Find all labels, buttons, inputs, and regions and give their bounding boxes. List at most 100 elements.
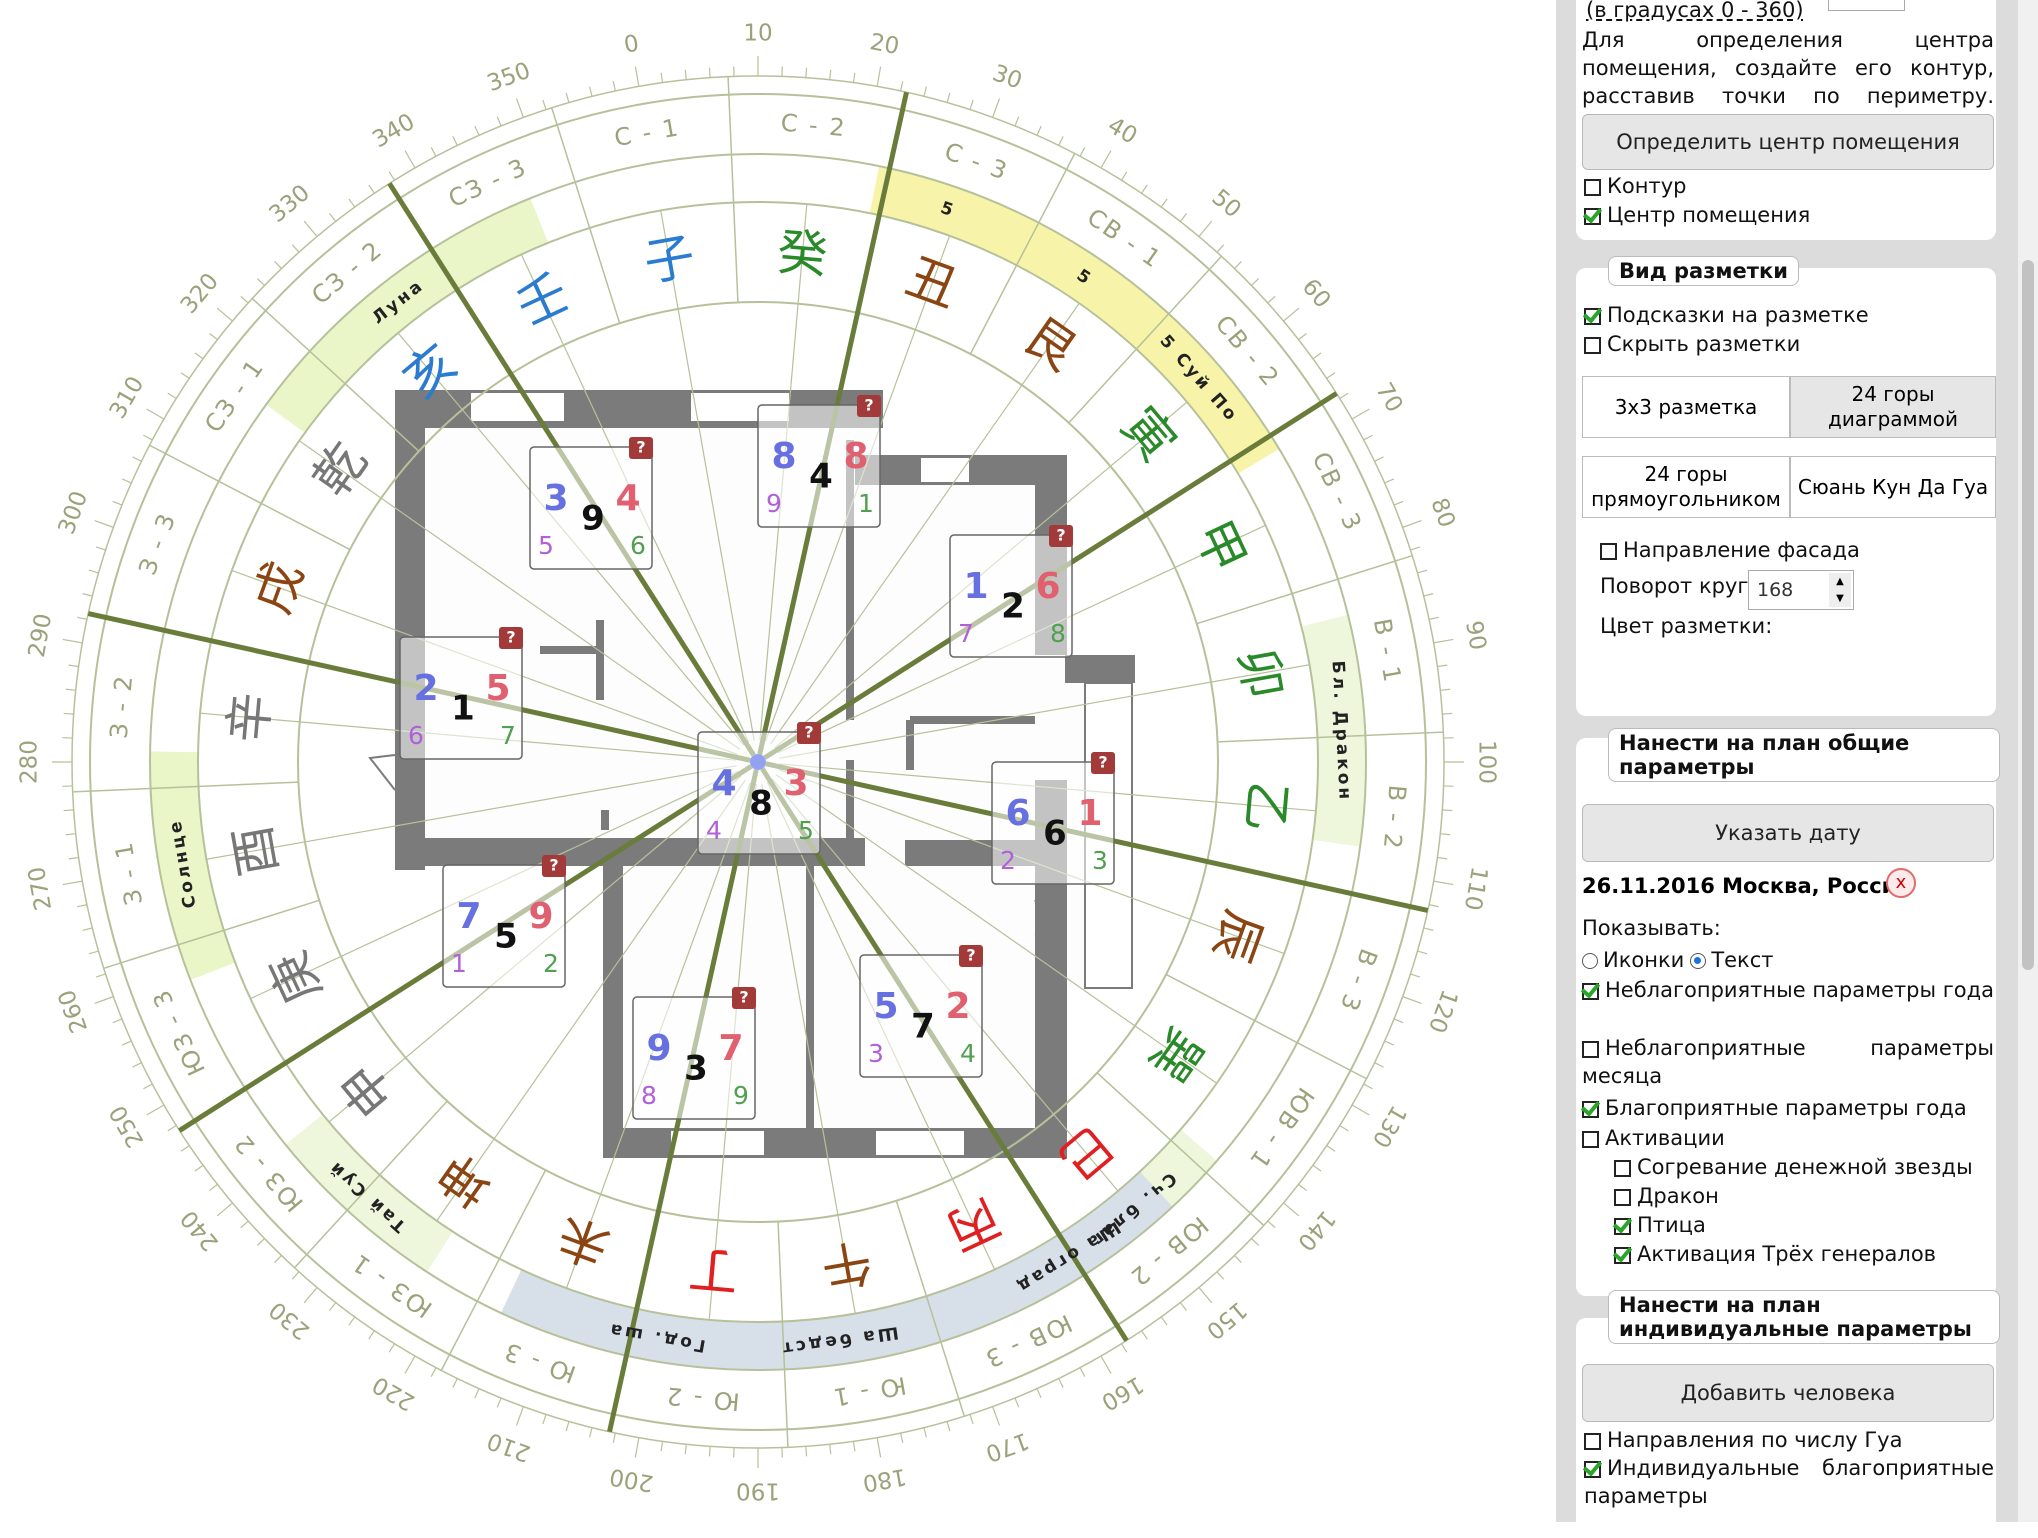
hints-checkbox[interactable]: Подсказки на разметке bbox=[1584, 303, 1869, 327]
room-center-check[interactable] bbox=[1584, 208, 1601, 225]
degree-tick bbox=[453, 1379, 457, 1388]
three-generals-check[interactable] bbox=[1614, 1247, 1631, 1264]
activations-check[interactable] bbox=[1582, 1131, 1599, 1148]
bagua-diagram[interactable]: 0102030405060708090100110120130140150160… bbox=[0, 0, 1540, 1522]
bad-month-checkbox[interactable]: Неблагоприятные параметры месяца bbox=[1582, 1034, 1994, 1090]
window bbox=[470, 392, 565, 422]
degree-tick bbox=[1375, 457, 1384, 461]
hide-markup-label: Скрыть разметки bbox=[1607, 332, 1800, 356]
degree-tick bbox=[1313, 1165, 1321, 1171]
rotation-spinner[interactable]: 168 ▲ ▼ bbox=[1748, 570, 1854, 610]
money-star-checkbox[interactable]: Согревание денежной звезды bbox=[1614, 1155, 1973, 1179]
degree-tick bbox=[405, 151, 415, 168]
three-generals-checkbox[interactable]: Активация Трёх генералов bbox=[1614, 1242, 1936, 1266]
bad-month-check[interactable] bbox=[1582, 1041, 1599, 1058]
degree-tick bbox=[1437, 665, 1447, 666]
degree-label: 340 bbox=[368, 109, 419, 153]
bird-check[interactable] bbox=[1614, 1218, 1631, 1235]
room-center-checkbox[interactable]: Центр помещения bbox=[1584, 203, 1810, 227]
hide-markup-check[interactable] bbox=[1584, 337, 1601, 354]
facade-checkbox[interactable]: Направление фасада bbox=[1600, 538, 1860, 562]
degree-tick bbox=[369, 185, 375, 193]
degree-tick bbox=[1268, 296, 1275, 303]
money-star-check[interactable] bbox=[1614, 1160, 1631, 1177]
help-badge-text[interactable]: ? bbox=[1056, 526, 1065, 545]
degree-tick bbox=[1394, 501, 1403, 505]
help-badge-text[interactable]: ? bbox=[1098, 753, 1107, 772]
spinner-down-icon[interactable]: ▼ bbox=[1829, 590, 1851, 607]
degree-tick bbox=[122, 1041, 131, 1045]
dragon-checkbox[interactable]: Дракон bbox=[1614, 1184, 1719, 1208]
tab-24-mountains-diagram[interactable]: 24 горы диаграммой bbox=[1790, 376, 1996, 438]
date-button[interactable]: Указать дату bbox=[1582, 804, 1994, 862]
icons-radio[interactable] bbox=[1582, 953, 1598, 969]
month-star: 5 bbox=[798, 816, 814, 845]
hints-check[interactable] bbox=[1584, 308, 1601, 325]
mountain-glyph: 乙 bbox=[1235, 779, 1297, 834]
degree-tick bbox=[1442, 713, 1452, 714]
spinner-up-icon[interactable]: ▲ bbox=[1829, 573, 1851, 590]
degree-tick bbox=[217, 308, 232, 321]
dragon-check[interactable] bbox=[1614, 1189, 1631, 1206]
mountain-glyph: 卯 bbox=[1227, 644, 1293, 703]
sector-label: С - 2 bbox=[780, 109, 848, 143]
text-radio[interactable] bbox=[1690, 953, 1706, 969]
individual-good-checkbox[interactable]: Индивидуальные благоприятные параметры bbox=[1584, 1454, 1994, 1510]
gua-directions-check[interactable] bbox=[1584, 1433, 1601, 1450]
degree-label: 150 bbox=[1201, 1296, 1251, 1344]
sector-label: З - 1 bbox=[109, 839, 148, 907]
contour-check[interactable] bbox=[1584, 179, 1601, 196]
degree-tick bbox=[1235, 261, 1242, 268]
help-badge-text[interactable]: ? bbox=[506, 628, 515, 647]
degree-label: 180 bbox=[861, 1463, 909, 1496]
degrees-input[interactable] bbox=[1828, 0, 1905, 11]
window bbox=[670, 1130, 765, 1156]
tab-24-mountains-rect[interactable]: 24 горы прямоугольником bbox=[1582, 456, 1790, 518]
add-person-button[interactable]: Добавить человека bbox=[1582, 1364, 1994, 1422]
degree-label: 250 bbox=[105, 1101, 149, 1152]
mountain-star: 3 bbox=[543, 478, 568, 519]
facade-check[interactable] bbox=[1600, 543, 1617, 560]
degree-tick bbox=[853, 1441, 854, 1451]
activations-checkbox[interactable]: Активации bbox=[1582, 1126, 1725, 1150]
help-badge-text[interactable]: ? bbox=[549, 856, 558, 875]
remove-date-button[interactable]: x bbox=[1886, 868, 1916, 898]
degree-tick bbox=[877, 67, 880, 87]
rotation-value[interactable]: 168 bbox=[1757, 579, 1793, 601]
degree-tick bbox=[635, 67, 638, 87]
help-badge-text[interactable]: ? bbox=[636, 438, 645, 457]
degree-label: 70 bbox=[1370, 379, 1407, 417]
help-badge-text[interactable]: ? bbox=[739, 988, 748, 1007]
degree-label: 300 bbox=[54, 488, 93, 538]
text-label: Текст bbox=[1711, 948, 1773, 972]
tab-3x3[interactable]: 3х3 разметка bbox=[1582, 376, 1790, 438]
contour-checkbox[interactable]: Контур bbox=[1584, 174, 1686, 198]
help-badge-text[interactable]: ? bbox=[864, 396, 873, 415]
bad-year-label: Неблагоприятные параметры года bbox=[1605, 978, 1994, 1002]
scrollbar[interactable] bbox=[2018, 0, 2038, 1522]
hide-markup-checkbox[interactable]: Скрыть разметки bbox=[1584, 332, 1800, 356]
help-badge-text[interactable]: ? bbox=[966, 946, 975, 965]
help-badge-text[interactable]: ? bbox=[804, 723, 813, 742]
bad-year-check[interactable] bbox=[1582, 983, 1599, 1000]
degree-label: 260 bbox=[54, 986, 93, 1036]
degree-tick bbox=[1440, 689, 1450, 690]
degree-tick bbox=[122, 479, 131, 483]
gua-directions-checkbox[interactable]: Направления по числу Гуа bbox=[1584, 1428, 1902, 1452]
base-star: 5 bbox=[494, 917, 518, 957]
degree-label: 330 bbox=[265, 180, 315, 228]
bird-checkbox[interactable]: Птица bbox=[1614, 1213, 1706, 1237]
scrollbar-thumb[interactable] bbox=[2022, 260, 2034, 970]
individual-good-check[interactable] bbox=[1584, 1461, 1601, 1478]
tab-xuan-kong[interactable]: Сюань Кун Да Гуа bbox=[1790, 456, 1996, 518]
good-year-check[interactable] bbox=[1582, 1101, 1599, 1118]
sector-label: Ю - 2 bbox=[664, 1381, 741, 1415]
degree-tick bbox=[329, 214, 335, 222]
year-star: 2 bbox=[1000, 846, 1016, 875]
define-center-button[interactable]: Определить центр помещения bbox=[1582, 114, 1994, 170]
compass-chart[interactable]: 0102030405060708090100110120130140150160… bbox=[0, 0, 1540, 1522]
sector-label: ЮЗ - 3 bbox=[147, 984, 211, 1080]
bad-year-checkbox[interactable]: Неблагоприятные параметры года bbox=[1582, 976, 1994, 1004]
degree-tick bbox=[709, 1446, 710, 1456]
good-year-checkbox[interactable]: Благоприятные параметры года bbox=[1582, 1096, 1967, 1120]
